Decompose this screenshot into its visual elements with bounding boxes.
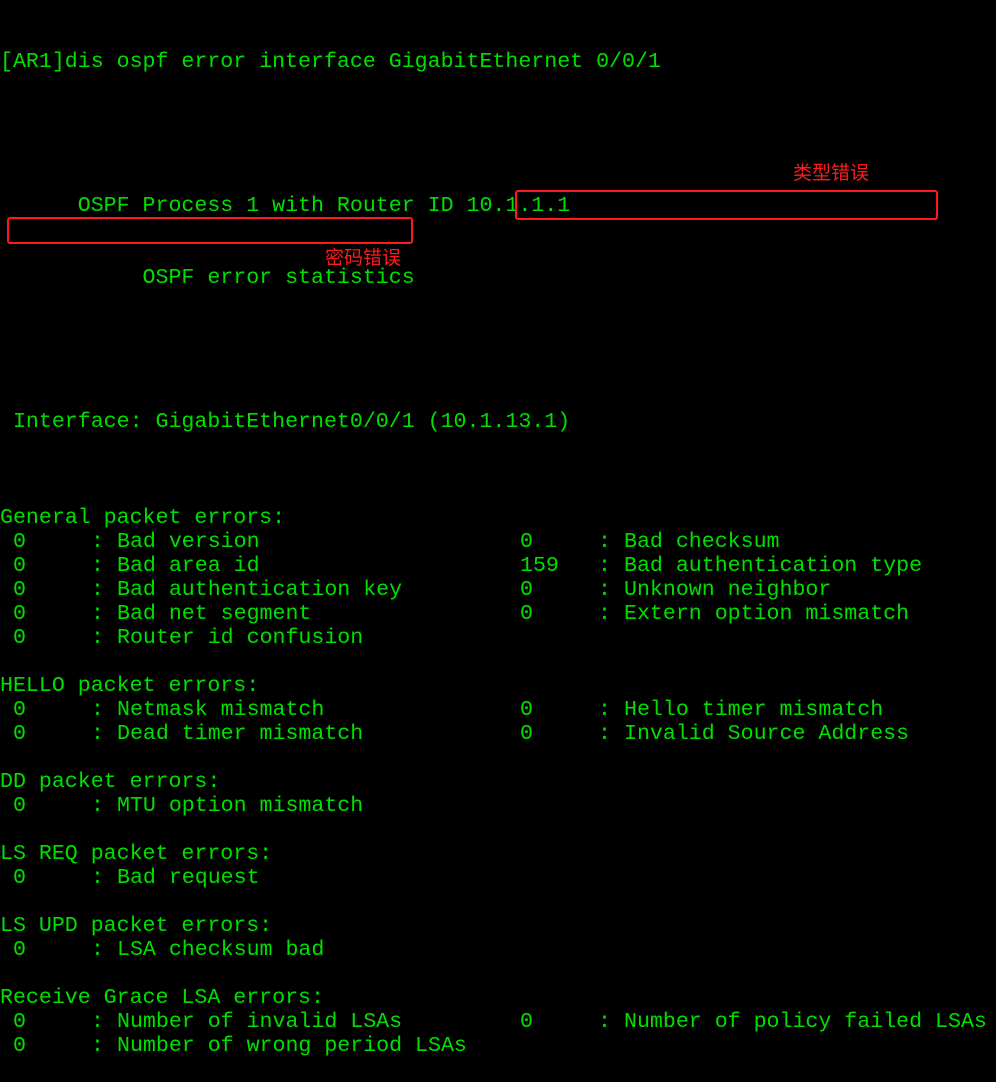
error-row: 0: Number of invalid LSAs 0: Number of po…: [0, 1010, 987, 1034]
error-count: 0: [13, 698, 26, 722]
section-title-ls-req: LS REQ packet errors:: [0, 842, 273, 866]
annotation-type-error: 类型错误: [793, 162, 870, 184]
error-label: Router id confusion: [117, 626, 364, 650]
separator: :: [91, 530, 117, 554]
command-line: [AR1]dis ospf error interface GigabitEth…: [0, 50, 661, 74]
error-label: Bad area id: [117, 554, 260, 578]
error-count: 0: [13, 866, 26, 890]
separator: :: [91, 722, 117, 746]
error-row: 0: Bad authentication key 0: Unknown neig…: [0, 578, 831, 602]
separator: :: [598, 578, 624, 602]
separator: :: [91, 794, 117, 818]
separator: :: [598, 602, 624, 626]
separator: :: [91, 626, 117, 650]
error-row: 0: Router id confusion: [0, 626, 661, 650]
error-count: 0: [13, 1010, 26, 1034]
error-count: 0: [520, 602, 533, 626]
separator: :: [598, 1010, 624, 1034]
error-count: 0: [520, 722, 533, 746]
section-title-general: General packet errors:: [0, 506, 286, 530]
section-title-grace: Receive Grace LSA errors:: [0, 986, 324, 1010]
error-count: 0: [13, 938, 26, 962]
terminal-output: [AR1]dis ospf error interface GigabitEth…: [0, 2, 987, 1082]
section-title-ls-upd: LS UPD packet errors:: [0, 914, 273, 938]
error-count: 0: [13, 626, 26, 650]
error-row: 0: Bad version 0: Bad checksum: [0, 530, 780, 554]
error-count: 0: [13, 530, 26, 554]
section-title-hello: HELLO packet errors:: [0, 674, 260, 698]
separator: :: [598, 722, 624, 746]
error-label: Dead timer mismatch: [117, 722, 364, 746]
error-row: 0: Bad area id 159: Bad authentication ty…: [0, 554, 922, 578]
stats-header: OSPF error statistics: [0, 266, 415, 290]
error-label: Bad authentication key: [117, 578, 403, 602]
error-row: 0: MTU option mismatch: [0, 794, 661, 818]
error-label: Number of policy failed LSAs: [624, 1010, 987, 1034]
error-count: 0: [13, 554, 26, 578]
error-count: 0: [520, 530, 533, 554]
separator: :: [91, 554, 117, 578]
highlight-box-auth-type: [515, 190, 938, 220]
separator: :: [598, 698, 624, 722]
error-label: Hello timer mismatch: [624, 698, 884, 722]
error-count: 0: [13, 578, 26, 602]
error-count: 0: [13, 1034, 26, 1058]
error-label: Unknown neighbor: [624, 578, 832, 602]
separator: :: [598, 530, 624, 554]
error-label: Extern option mismatch: [624, 602, 910, 626]
separator: :: [91, 938, 117, 962]
error-label: Number of invalid LSAs: [117, 1010, 403, 1034]
separator: :: [91, 1034, 117, 1058]
error-label: Bad request: [117, 866, 260, 890]
separator: :: [91, 698, 117, 722]
error-row: 0: Dead timer mismatch 0: Invalid Source …: [0, 722, 909, 746]
error-count: 0: [520, 1010, 533, 1034]
error-label: Invalid Source Address: [624, 722, 910, 746]
error-count: 0: [520, 578, 533, 602]
error-label: Bad authentication type: [624, 554, 923, 578]
error-label: Bad version: [117, 530, 260, 554]
error-label: MTU option mismatch: [117, 794, 364, 818]
error-count: 0: [13, 602, 26, 626]
interface-line: Interface: GigabitEthernet0/0/1 (10.1.13…: [0, 410, 571, 434]
separator: :: [91, 866, 117, 890]
error-sections: General packet errors: 0: Bad version 0: B…: [0, 506, 987, 1058]
error-row: 0: LSA checksum bad: [0, 938, 661, 962]
error-label: Bad net segment: [117, 602, 312, 626]
separator: :: [91, 602, 117, 626]
error-count: 0: [520, 698, 533, 722]
error-label: Bad checksum: [624, 530, 780, 554]
error-label: LSA checksum bad: [117, 938, 325, 962]
error-row: 0: Bad net segment 0: Extern option misma…: [0, 602, 909, 626]
error-row: 0: Number of wrong period LSAs: [0, 1034, 661, 1058]
error-label: Number of wrong period LSAs: [117, 1034, 467, 1058]
highlight-box-auth-key: [7, 217, 413, 244]
section-title-dd: DD packet errors:: [0, 770, 221, 794]
separator: :: [91, 1010, 117, 1034]
error-label: Netmask mismatch: [117, 698, 325, 722]
error-count: 159: [520, 554, 559, 578]
annotation-key-error: 密码错误: [325, 247, 402, 269]
error-count: 0: [13, 722, 26, 746]
error-row: 0: Netmask mismatch 0: Hello timer mismat…: [0, 698, 883, 722]
separator: :: [91, 578, 117, 602]
error-row: 0: Bad request: [0, 866, 661, 890]
error-count: 0: [13, 794, 26, 818]
separator: :: [598, 554, 624, 578]
